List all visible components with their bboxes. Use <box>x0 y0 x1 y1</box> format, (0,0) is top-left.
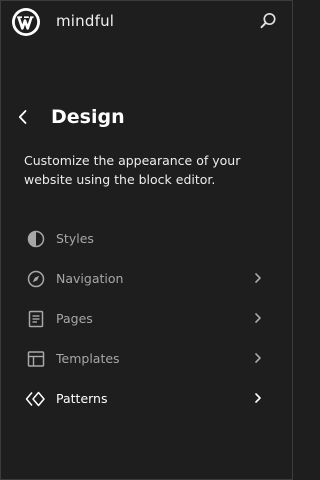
nav-item-label: Pages <box>56 311 93 326</box>
nav-item-styles[interactable]: Styles <box>1 219 292 259</box>
chevron-left-icon[interactable] <box>13 107 33 127</box>
symbol-icon <box>25 391 45 407</box>
wordpress-logo-icon[interactable] <box>11 7 41 37</box>
chevron-right-icon <box>255 313 261 323</box>
half-circle-icon <box>27 230 45 248</box>
nav-item-label: Navigation <box>56 271 124 286</box>
site-title[interactable]: mindful <box>56 12 114 30</box>
nav-item-label: Styles <box>56 231 94 246</box>
page-description: Customize the appearance of your website… <box>24 153 241 187</box>
nav-item-label: Templates <box>56 351 120 366</box>
nav-item-pages[interactable]: Pages <box>1 299 292 339</box>
nav-item-patterns[interactable]: Patterns <box>1 379 292 419</box>
compass-icon <box>27 270 45 288</box>
site-header: mindful <box>1 1 292 43</box>
design-nav-list: Styles Navigation Pages Templates Patter… <box>1 219 292 419</box>
chevron-right-icon <box>255 353 261 363</box>
nav-item-label: Patterns <box>56 391 108 406</box>
page-title: Design <box>51 106 125 128</box>
layout-icon <box>27 351 45 367</box>
nav-item-navigation[interactable]: Navigation <box>1 259 292 299</box>
nav-item-templates[interactable]: Templates <box>1 339 292 379</box>
chevron-right-icon <box>255 393 261 403</box>
page-icon <box>28 310 44 328</box>
search-icon[interactable] <box>257 10 279 32</box>
design-sidebar: mindful Design Customize the appearance … <box>0 0 293 480</box>
chevron-right-icon <box>255 273 261 283</box>
